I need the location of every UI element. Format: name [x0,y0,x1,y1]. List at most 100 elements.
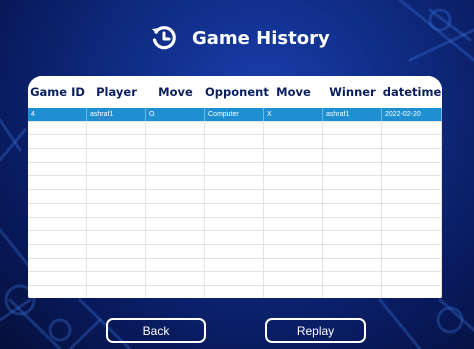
empty-cell [205,231,264,244]
empty-cell [28,121,87,135]
empty-cell [323,121,382,135]
empty-cell [264,149,323,162]
page-title: Game History [192,27,330,49]
empty-cell [205,217,264,231]
empty-cell [323,162,382,176]
empty-cell [323,135,382,149]
empty-cell [264,162,323,176]
empty-cell [146,135,205,149]
empty-cell [323,203,382,217]
empty-table-row [28,203,442,218]
cell-player-move: O [146,108,205,121]
empty-cell [205,135,264,149]
empty-cell [146,285,205,298]
empty-table-row [28,217,442,232]
empty-table-row [28,285,442,298]
table-row[interactable]: 4 ashraf1 O Computer X ashraf1 2022-02-2… [28,108,442,122]
empty-cell [146,203,205,217]
empty-cell [28,203,87,217]
empty-cell [87,162,146,176]
empty-cell [146,176,205,190]
empty-cell [382,135,442,149]
empty-cell [382,272,442,285]
empty-cell [382,231,442,244]
empty-cell [264,217,323,231]
cell-game-id: 4 [28,108,87,121]
empty-cell [205,244,264,258]
empty-cell [323,272,382,285]
cell-winner: ashraf1 [323,108,382,121]
empty-cell [87,272,146,285]
column-header-opponent-move[interactable]: Move [264,85,323,99]
empty-cell [146,272,205,285]
empty-cell [205,176,264,190]
table-header: Game ID Player Move Opponent Move Winner… [28,76,442,108]
empty-cell [87,190,146,203]
empty-cell [146,190,205,203]
empty-cell [146,231,205,244]
empty-cell [146,162,205,176]
empty-cell [146,217,205,231]
empty-cell [87,149,146,162]
cell-opponent-move: X [264,108,323,121]
empty-table-row [28,231,442,245]
empty-cell [28,190,87,203]
column-header-datetime[interactable]: datetime [382,85,442,99]
back-button[interactable]: Back [106,318,206,343]
empty-cell [205,203,264,217]
empty-cell [323,244,382,258]
empty-cell [146,258,205,272]
empty-cell [87,244,146,258]
empty-cell [28,258,87,272]
empty-cell [323,217,382,231]
empty-cell [382,258,442,272]
replay-button[interactable]: Replay [265,318,366,343]
empty-table-row [28,244,442,259]
empty-cell [264,121,323,135]
history-icon [152,26,176,50]
column-header-player-move[interactable]: Move [146,85,205,99]
empty-cell [87,285,146,298]
empty-cell [264,244,323,258]
empty-cell [146,121,205,135]
empty-cell [28,176,87,190]
empty-cell [382,176,442,190]
empty-cell [28,135,87,149]
empty-cell [87,121,146,135]
empty-cell [264,231,323,244]
empty-cell [28,162,87,176]
empty-cell [205,121,264,135]
column-header-game-id[interactable]: Game ID [28,85,87,99]
column-header-winner[interactable]: Winner [323,85,382,99]
empty-cell [87,176,146,190]
empty-cell [323,176,382,190]
empty-cell [382,149,442,162]
empty-cell [28,217,87,231]
empty-cell [87,231,146,244]
empty-cell [382,217,442,231]
empty-cell [87,258,146,272]
empty-cell [87,135,146,149]
empty-cell [382,203,442,217]
column-header-opponent[interactable]: Opponent [205,85,269,99]
empty-cell [205,258,264,272]
empty-cell [382,190,442,203]
empty-table-row [28,121,442,136]
empty-table-row [28,162,442,177]
empty-cell [205,272,264,285]
column-header-player[interactable]: Player [87,85,146,99]
empty-table-row [28,272,442,286]
empty-cell [146,149,205,162]
table-body: 4 ashraf1 O Computer X ashraf1 2022-02-2… [28,108,442,298]
empty-cell [264,190,323,203]
page-header: Game History [150,22,330,54]
empty-cell [28,244,87,258]
empty-cell [382,244,442,258]
empty-table-row [28,135,442,150]
empty-cell [264,203,323,217]
empty-cell [382,121,442,135]
history-table[interactable]: Game ID Player Move Opponent Move Winner… [28,76,442,298]
empty-cell [205,285,264,298]
empty-table-row [28,149,442,163]
empty-cell [264,135,323,149]
